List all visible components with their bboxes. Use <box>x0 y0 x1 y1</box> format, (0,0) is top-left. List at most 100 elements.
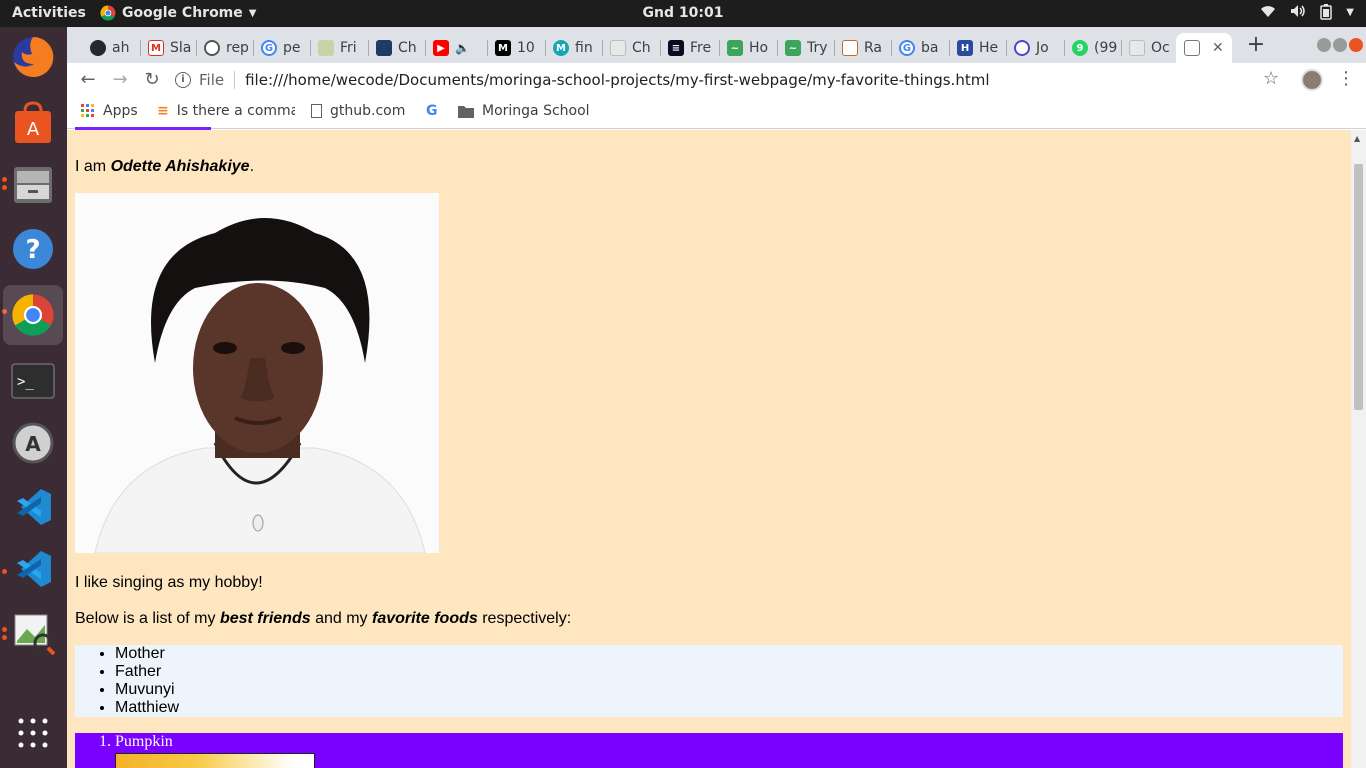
bookmark-folder-moringa[interactable]: Moringa School <box>458 103 590 119</box>
firefox-icon[interactable] <box>9 33 57 81</box>
address-bar[interactable]: i File file:///home/wecode/Documents/mor… <box>175 66 1285 94</box>
tab-title: Jo <box>1036 40 1049 56</box>
help-icon[interactable]: ? <box>9 225 57 273</box>
page-icon <box>1184 40 1200 56</box>
tab-title: Ra <box>864 40 882 56</box>
tab[interactable]: M 10 <box>487 33 542 63</box>
terminal-icon[interactable]: >_ <box>9 357 57 405</box>
tab[interactable]: M fin <box>545 33 600 63</box>
wifi-icon <box>1260 4 1276 24</box>
tab-title: Fre <box>690 40 712 56</box>
activities-button[interactable]: Activities <box>12 5 86 21</box>
tab[interactable]: ah <box>82 33 134 63</box>
tab-active[interactable]: ✕ <box>1176 33 1232 63</box>
svg-text:>_: >_ <box>17 374 34 390</box>
tab[interactable]: ≡ Fre <box>660 33 718 63</box>
forward-icon[interactable]: → <box>107 67 133 93</box>
chrome-menu-icon[interactable]: ⋮ <box>1337 68 1355 89</box>
clock[interactable]: Gnd 10:01 <box>643 5 724 21</box>
minimize-icon[interactable] <box>1317 38 1331 52</box>
url-text[interactable]: file:///home/wecode/Documents/moringa-sc… <box>245 71 989 89</box>
bookmark-apps[interactable]: Apps <box>81 103 138 119</box>
medium-icon: M <box>495 40 511 56</box>
tab[interactable]: ~ Try <box>777 33 832 63</box>
circle-icon <box>1014 40 1030 56</box>
page-icon <box>376 40 392 56</box>
youtube-icon: ▶ <box>433 40 449 56</box>
bookmark-label: Apps <box>103 103 138 119</box>
tab[interactable]: Ra <box>834 33 889 63</box>
tab-title: ba <box>921 40 939 56</box>
profile-photo <box>75 193 439 553</box>
github-icon <box>90 40 106 56</box>
replit-icon <box>204 40 220 56</box>
bookmark-github[interactable]: gthub.com <box>311 103 405 119</box>
page-scrollbar[interactable]: ▲ <box>1351 130 1366 768</box>
tab-title: Ch <box>632 40 651 56</box>
bookmark-label: Is there a comma <box>176 103 295 119</box>
chrome-dock-icon[interactable] <box>3 285 63 345</box>
app-menu[interactable]: Google Chrome ▼ <box>100 5 256 21</box>
bookmark-google[interactable]: G <box>426 103 438 119</box>
vscode-icon[interactable] <box>9 545 57 593</box>
page-icon <box>1129 40 1145 56</box>
tab[interactable]: ~ Ho <box>719 33 774 63</box>
close-window-icon[interactable] <box>1349 38 1363 52</box>
tab[interactable]: G pe <box>253 33 305 63</box>
vscode-icon[interactable] <box>9 483 57 531</box>
tab[interactable]: Ch <box>602 33 657 63</box>
audio-playing-icon: 🔈 <box>455 41 470 55</box>
google-icon: G <box>899 40 915 56</box>
box-icon <box>842 40 858 56</box>
page-icon <box>311 104 322 118</box>
freecodecamp-icon: ≡ <box>668 40 684 56</box>
foods-list: Pumpkin <box>75 733 1343 768</box>
scrollbar-thumb[interactable] <box>1354 164 1363 410</box>
close-icon[interactable]: ✕ <box>1212 40 1224 56</box>
page-content: I am Odette Ahishakiye. I like singing a… <box>67 130 1351 768</box>
reload-icon[interactable]: ↻ <box>139 67 165 93</box>
sheet-icon: ~ <box>727 40 743 56</box>
system-tray[interactable]: ▼ <box>1260 4 1354 24</box>
software-center-icon[interactable]: A <box>9 99 57 147</box>
image-viewer-icon[interactable] <box>9 609 57 657</box>
page-icon <box>610 40 626 56</box>
stackoverflow-icon: ≡ <box>157 103 169 119</box>
tab[interactable]: Oc <box>1121 33 1176 63</box>
maximize-icon[interactable] <box>1333 38 1347 52</box>
new-tab-button[interactable]: + <box>1244 33 1268 57</box>
tab-title: rep <box>226 40 248 56</box>
tab[interactable]: 9 (99 <box>1064 33 1119 63</box>
avatar[interactable] <box>1301 69 1323 91</box>
frienship-icon <box>318 40 334 56</box>
pumpkin-image <box>115 753 315 768</box>
google-icon: G <box>261 40 277 56</box>
tab[interactable]: rep <box>196 33 248 63</box>
list-item: Matthiew <box>115 699 1343 717</box>
info-icon[interactable]: i <box>175 72 191 88</box>
bookmark-stackoverflow[interactable]: ≡ Is there a comma <box>157 103 295 119</box>
show-applications-icon[interactable] <box>9 709 57 757</box>
tab[interactable]: G ba <box>891 33 946 63</box>
tab[interactable]: Ch <box>368 33 420 63</box>
scroll-up-icon[interactable]: ▲ <box>1354 134 1360 143</box>
bookmark-label: Moringa School <box>482 103 590 119</box>
files-icon[interactable] <box>9 161 57 209</box>
svg-text:?: ? <box>25 235 40 265</box>
list-item: Father <box>115 663 1343 681</box>
software-updater-icon[interactable]: A <box>9 419 57 467</box>
author-name: Odette Ahishakiye <box>110 158 250 175</box>
bookmark-star-icon[interactable]: ☆ <box>1263 68 1279 89</box>
h-icon: H <box>957 40 973 56</box>
tab[interactable]: M Sla <box>140 33 192 63</box>
back-icon[interactable]: ← <box>75 67 101 93</box>
svg-text:A: A <box>25 432 41 456</box>
list-item: Pumpkin <box>115 733 1343 768</box>
tab[interactable]: Fri <box>310 33 365 63</box>
tab-title: (99 <box>1094 40 1118 56</box>
app-name: Google Chrome <box>122 5 243 21</box>
volume-icon <box>1290 4 1306 24</box>
tab[interactable]: H He <box>949 33 1004 63</box>
tab[interactable]: ▶ 🔈 <box>425 33 485 63</box>
tab[interactable]: Jo <box>1006 33 1061 63</box>
